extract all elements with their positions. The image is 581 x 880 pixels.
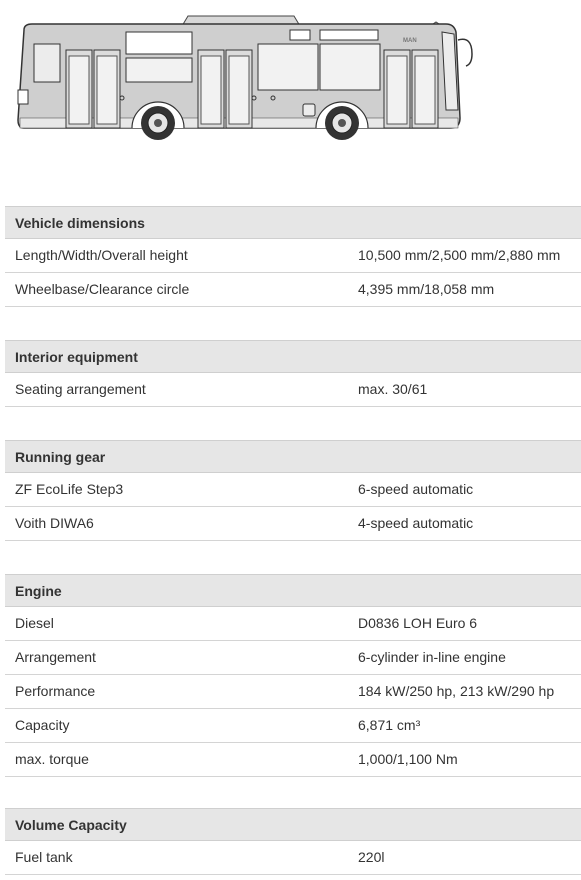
row-label: Seating arrangement (15, 381, 146, 397)
row-label: max. torque (15, 751, 89, 767)
row-label: Fuel tank (15, 849, 73, 865)
row-value: 4-speed automatic (358, 515, 474, 531)
section-title: Vehicle dimensions (5, 206, 581, 239)
row-value: 10,500 mm/2,500 mm/2,880 mm (358, 247, 561, 263)
section-title: Interior equipment (5, 340, 581, 373)
table-row: Voith DIWA6 4-speed automatic (5, 507, 581, 541)
row-value: 1,000/1,100 Nm (358, 751, 458, 767)
table-row: Capacity 6,871 cm³ (5, 709, 581, 743)
section-volume-capacity: Volume Capacity Fuel tank 220l (5, 808, 581, 875)
table-row: Fuel tank 220l (5, 841, 581, 875)
row-value: max. 30/61 (358, 381, 428, 397)
table-row: Length/Width/Overall height 10,500 mm/2,… (5, 239, 581, 273)
row-value: 6-speed automatic (358, 481, 474, 497)
table-row: ZF EcoLife Step3 6-speed automatic (5, 473, 581, 507)
section-engine: Engine Diesel D0836 LOH Euro 6 Arrangeme… (5, 574, 581, 777)
table-row: Seating arrangement max. 30/61 (5, 373, 581, 407)
table-row: Wheelbase/Clearance circle 4,395 mm/18,0… (5, 273, 581, 307)
row-value: 6,871 cm³ (358, 717, 421, 733)
row-label: Wheelbase/Clearance circle (15, 281, 190, 297)
section-interior-equipment: Interior equipment Seating arrangement m… (5, 340, 581, 407)
rear-wheel-icon (141, 106, 175, 140)
row-label: Capacity (15, 717, 70, 733)
section-title: Volume Capacity (5, 808, 581, 841)
section-title: Running gear (5, 440, 581, 473)
table-row: Diesel D0836 LOH Euro 6 (5, 607, 581, 641)
row-label: Voith DIWA6 (15, 515, 94, 531)
table-row: Performance 184 kW/250 hp, 213 kW/290 hp (5, 675, 581, 709)
section-running-gear: Running gear ZF EcoLife Step3 6-speed au… (5, 440, 581, 541)
bus-illustration: MAN (17, 15, 473, 140)
row-label: Arrangement (15, 649, 96, 665)
section-title: Engine (5, 574, 581, 607)
row-value: 6-cylinder in-line engine (358, 649, 506, 665)
row-label: Length/Width/Overall height (15, 247, 188, 263)
row-label: ZF EcoLife Step3 (15, 481, 124, 497)
row-value: D0836 LOH Euro 6 (358, 615, 478, 631)
bus-logo: MAN (403, 38, 417, 44)
row-value: 220l (358, 849, 385, 865)
table-row: max. torque 1,000/1,100 Nm (5, 743, 581, 777)
row-value: 184 kW/250 hp, 213 kW/290 hp (358, 683, 555, 699)
table-row: Arrangement 6-cylinder in-line engine (5, 641, 581, 675)
row-label: Diesel (15, 615, 54, 631)
row-value: 4,395 mm/18,058 mm (358, 281, 495, 297)
front-wheel-icon (325, 106, 359, 140)
section-vehicle-dimensions: Vehicle dimensions Length/Width/Overall … (5, 206, 581, 307)
row-label: Performance (15, 683, 96, 699)
